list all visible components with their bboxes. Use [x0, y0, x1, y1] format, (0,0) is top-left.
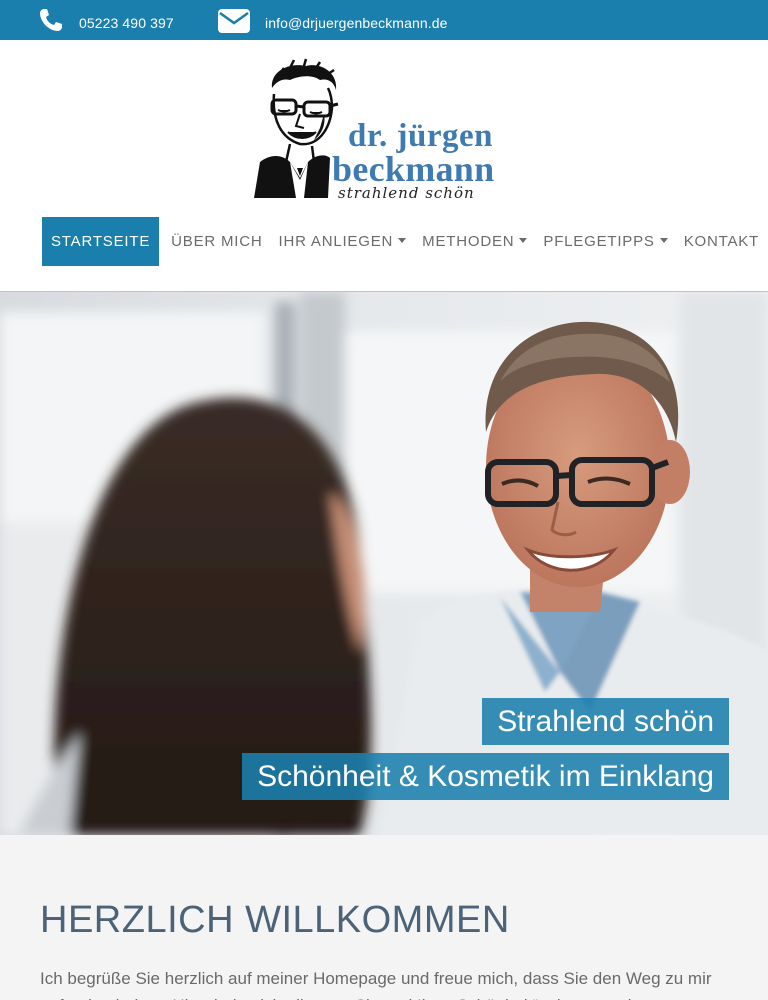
caret-down-icon: [659, 238, 668, 243]
logo-tagline: strahlend schön: [338, 184, 475, 202]
contact-bar: 05223 490 397 info@drjuergenbeckmann.de: [0, 0, 768, 40]
caret-down-icon: [519, 238, 528, 243]
nav-item-label: STARTSEITE: [51, 233, 151, 250]
nav-item-startseite[interactable]: STARTSEITE: [42, 217, 160, 266]
nav-item-kontakt[interactable]: KONTAKT: [676, 217, 767, 266]
email-address[interactable]: info@drjuergenbeckmann.de: [265, 15, 448, 31]
hero-caption-title: Strahlend schön: [482, 698, 729, 745]
site-header: dr. jürgen beckmann strahlend schön STAR…: [0, 40, 768, 292]
phone-icon[interactable]: [38, 7, 64, 38]
nav-item-label: PFLEGETIPPS: [543, 233, 655, 250]
nav-item-label: METHODEN: [422, 233, 515, 250]
nav-item-label: ÜBER MICH: [171, 233, 263, 250]
main-navigation: STARTSEITE ÜBER MICH IHR ANLIEGEN METHOD…: [42, 217, 767, 266]
nav-item-ihr-anliegen[interactable]: IHR ANLIEGEN: [271, 217, 415, 266]
hero-banner: Strahlend schön Schönheit & Kosmetik im …: [0, 292, 768, 835]
welcome-text: Ich begrüße Sie herzlich auf meiner Home…: [40, 969, 712, 1000]
caret-down-icon: [398, 238, 407, 243]
nav-item-pflegetipps[interactable]: PFLEGETIPPS: [535, 217, 675, 266]
envelope-icon[interactable]: [217, 8, 251, 39]
nav-item-label: KONTAKT: [683, 233, 760, 250]
welcome-heading: HERZLICH WILLKOMMEN: [40, 899, 510, 941]
nav-item-methoden[interactable]: METHODEN: [414, 217, 535, 266]
nav-item-ueber-mich[interactable]: ÜBER MICH: [163, 217, 270, 266]
welcome-section: HERZLICH WILLKOMMEN Ich begrüße Sie herz…: [0, 835, 768, 1000]
hero-caption-subtitle: Schönheit & Kosmetik im Einklang: [242, 753, 729, 800]
site-logo[interactable]: dr. jürgen beckmann strahlend schön: [250, 58, 522, 202]
nav-item-label: IHR ANLIEGEN: [278, 233, 394, 250]
phone-number[interactable]: 05223 490 397: [79, 15, 174, 31]
